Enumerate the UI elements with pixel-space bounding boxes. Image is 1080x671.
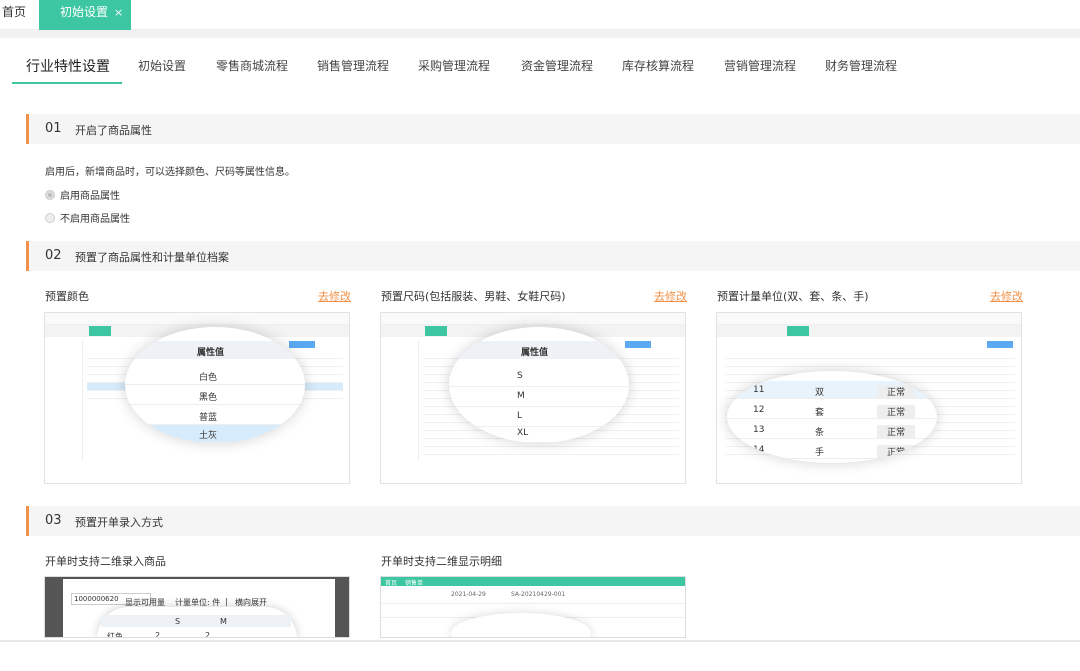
- nav-tabs: 行业特性设置 初始设置 零售商城流程 销售管理流程 采购管理流程 资金管理流程 …: [0, 38, 1080, 88]
- panel-title-units: 预置计量单位(双、套、条、手): [717, 290, 869, 303]
- tab-finance[interactable]: 财务管理流程: [825, 57, 897, 74]
- panel-title-colors: 预置颜色: [45, 290, 89, 303]
- section-header-1: 01 开启了商品属性: [26, 114, 1080, 144]
- radio-label: 启用商品属性: [60, 191, 120, 202]
- active-tab-indicator: [12, 82, 122, 84]
- list-item: 普蓝: [125, 407, 305, 425]
- radio-enable-attributes[interactable]: 启用商品属性: [45, 187, 120, 202]
- section-header-3: 03 预置开单录入方式: [26, 506, 1080, 536]
- preview-sizes: 属性值 S M L XL: [380, 312, 686, 484]
- panel-title-2d-detail: 开单时支持二维显示明细: [381, 555, 502, 568]
- section-description: 启用后，新增商品时，可以选择颜色、尺码等属性信息。: [45, 167, 295, 178]
- preview-units: 11 双正常 12 套正常 13 条正常 14 手正常: [716, 312, 1022, 484]
- tab-initial[interactable]: 初始设置: [138, 57, 186, 74]
- column-header: 属性值: [125, 341, 305, 359]
- section-title: 预置开单录入方式: [75, 516, 163, 529]
- tab-marketing[interactable]: 营销管理流程: [724, 57, 796, 74]
- table-row: 12 套正常: [727, 401, 937, 419]
- tab-initial-settings[interactable]: 初始设置 ×: [39, 0, 131, 30]
- tab-funds[interactable]: 资金管理流程: [521, 57, 593, 74]
- tab-purchase[interactable]: 采购管理流程: [418, 57, 490, 74]
- tab-label: 初始设置: [60, 5, 109, 19]
- column-header: 属性值: [449, 341, 629, 359]
- radio-icon: [45, 212, 55, 223]
- section-title: 开启了商品属性: [75, 124, 152, 137]
- preview-colors: 属性值 白色 黑色 普蓝 土灰: [44, 312, 350, 484]
- close-icon[interactable]: ×: [114, 6, 123, 19]
- list-item: 土灰: [125, 425, 305, 443]
- edit-colors-link[interactable]: 去修改: [318, 288, 351, 304]
- tab-retail[interactable]: 零售商城流程: [216, 57, 288, 74]
- edit-units-link[interactable]: 去修改: [990, 288, 1023, 304]
- list-item: L: [449, 407, 629, 427]
- list-item: M: [449, 387, 629, 407]
- section-number: 02: [45, 248, 62, 263]
- list-item: 白色: [125, 367, 305, 385]
- magnifier: 11 双正常 12 套正常 13 条正常 14 手正常: [727, 371, 937, 463]
- divider: [0, 640, 1080, 642]
- tab-home[interactable]: 首页: [0, 0, 26, 30]
- radio-disable-attributes[interactable]: 不启用商品属性: [45, 210, 130, 225]
- divider: [0, 30, 1080, 38]
- list-item: XL: [449, 425, 629, 443]
- panel-title-2d-entry: 开单时支持二维录入商品: [45, 555, 166, 568]
- show-available-checkbox: 显示可用量: [125, 598, 165, 607]
- section-number: 03: [45, 513, 62, 528]
- top-tab-bar: 首页 初始设置 ×: [0, 0, 1080, 30]
- magnifier: 属性值 S M L XL: [449, 327, 629, 443]
- list-item: 黑色: [125, 387, 305, 405]
- tab-sales[interactable]: 销售管理流程: [317, 57, 389, 74]
- section-title: 预置了商品属性和计量单位档案: [75, 251, 229, 264]
- magnifier: 属性值 白色 黑色 普蓝 土灰: [125, 327, 305, 443]
- preview-2d-detail: 首页 销售单 2021-04-29 SA-20210429-001: [380, 576, 686, 638]
- radio-label: 不启用商品属性: [60, 214, 130, 225]
- preview-2d-entry: 1000000620 显示可用量 计量单位: 件 | 横向展开 S M 红色 2…: [44, 576, 350, 638]
- table-row: 13 条正常: [727, 421, 937, 439]
- panel-title-sizes: 预置尺码(包括服装、男鞋、女鞋尺码): [381, 290, 566, 303]
- list-item: S: [449, 367, 629, 387]
- table-row: 11 双正常: [727, 381, 937, 399]
- edit-sizes-link[interactable]: 去修改: [654, 288, 687, 304]
- tab-industry-settings[interactable]: 行业特性设置: [26, 56, 110, 76]
- section-number: 01: [45, 121, 62, 136]
- radio-icon: [45, 189, 55, 200]
- tab-inventory[interactable]: 库存核算流程: [622, 57, 694, 74]
- section-header-2: 02 预置了商品属性和计量单位档案: [26, 241, 1080, 271]
- table-row: 14 手正常: [727, 441, 937, 459]
